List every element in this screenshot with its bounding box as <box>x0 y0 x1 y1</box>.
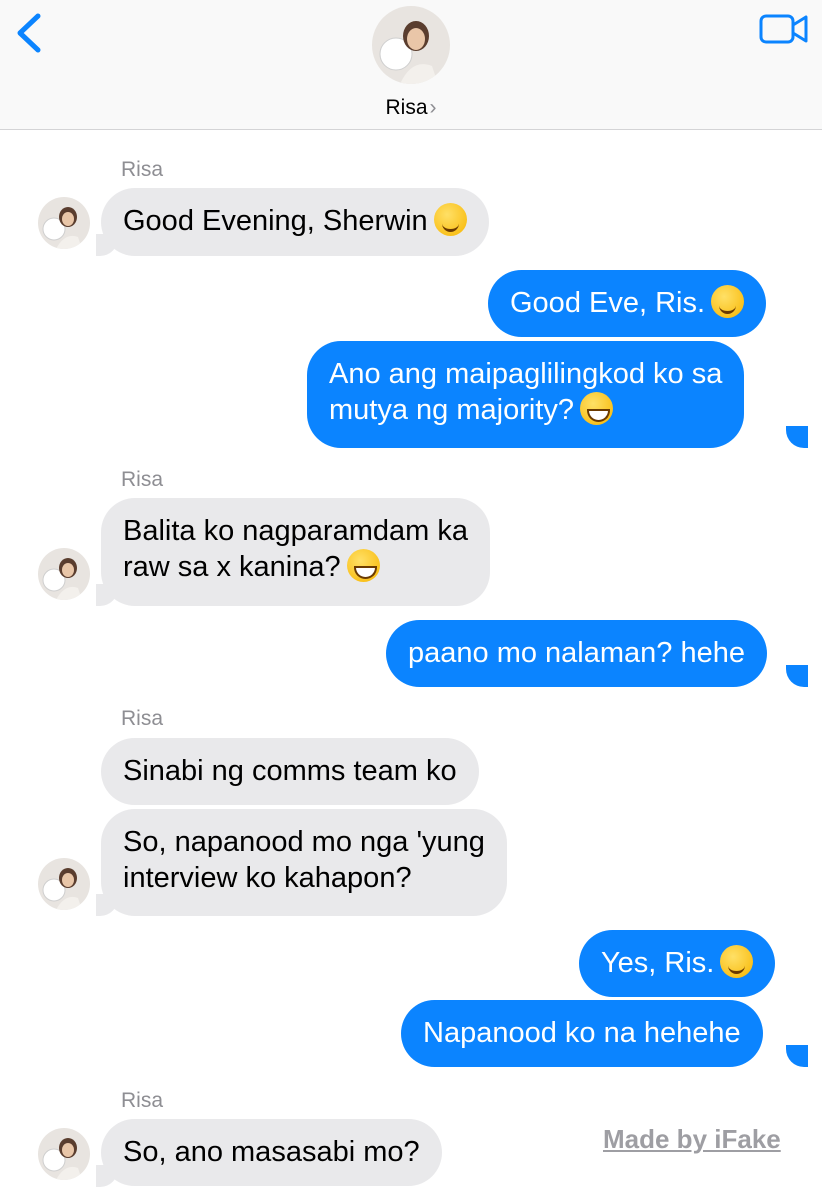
watermark-text: Made by iFake <box>603 1124 781 1154</box>
chevron-right-icon: › <box>429 96 437 119</box>
bubble-tail <box>786 426 808 448</box>
contact-name: Risa <box>385 96 428 119</box>
bubble-tail <box>786 1045 808 1067</box>
avatar <box>38 197 90 249</box>
message-text-line: Balita ko nagparamdam ka <box>123 515 468 547</box>
sender-label: Risa <box>121 1089 164 1112</box>
chevron-left-icon <box>17 13 41 53</box>
message-bubble-outgoing[interactable]: Ano ang maipaglilingkod ko sa mutya ng m… <box>307 341 745 448</box>
smiling-face-icon <box>433 203 467 236</box>
avatar <box>38 1128 90 1180</box>
message-bubble-incoming[interactable]: So, ano masasabi mo? <box>101 1119 442 1186</box>
back-button[interactable] <box>14 12 44 54</box>
message-bubble-incoming[interactable]: Balita ko nagparamdam ka raw sa x kanina… <box>101 498 490 606</box>
sender-label: Risa <box>121 158 164 181</box>
message-text: Good Evening, Sherwin <box>123 205 428 237</box>
message-bubble-outgoing[interactable]: Yes, Ris. <box>579 930 776 997</box>
video-call-button[interactable] <box>758 12 810 46</box>
grinning-sweat-icon <box>580 392 613 425</box>
avatar-photo <box>372 6 450 84</box>
message-text-line: Ano ang maipaglilingkod ko sa <box>329 358 723 390</box>
message-bubble-incoming[interactable]: Sinabi ng comms team ko <box>101 738 479 805</box>
message-bubble-outgoing[interactable]: paano mo nalaman? hehe <box>386 620 767 687</box>
grinning-sweat-icon <box>346 549 380 582</box>
message-text-line: mutya ng majority? <box>329 394 574 426</box>
smiling-face-icon <box>711 285 745 318</box>
message-text: Good Eve, Ris. <box>510 287 706 319</box>
contact-name-button[interactable]: Risa› <box>0 96 822 120</box>
video-camera-icon <box>759 14 808 44</box>
contact-avatar[interactable] <box>372 6 450 84</box>
avatar <box>38 858 90 910</box>
message-text-line: raw sa x kanina? <box>123 551 341 583</box>
message-bubble-incoming[interactable]: Good Evening, Sherwin <box>101 188 489 256</box>
sender-label: Risa <box>121 468 164 491</box>
message-text-line: interview ko kahapon? <box>123 862 412 894</box>
smiling-face-icon <box>720 945 754 978</box>
message-bubble-outgoing[interactable]: Good Eve, Ris. <box>488 270 767 337</box>
message-text: Yes, Ris. <box>601 947 715 979</box>
message-text-line: So, napanood mo nga 'yung <box>123 826 485 858</box>
message-text: Sinabi ng comms team ko <box>123 755 457 787</box>
message-text: Napanood ko na hehehe <box>423 1017 741 1049</box>
conversation-header: Risa› <box>0 0 822 130</box>
message-bubble-incoming[interactable]: So, napanood mo nga 'yung interview ko k… <box>101 809 507 916</box>
message-text: So, ano masasabi mo? <box>123 1136 420 1168</box>
message-text: paano mo nalaman? hehe <box>408 637 745 669</box>
message-bubble-outgoing[interactable]: Napanood ko na hehehe <box>401 1000 763 1067</box>
sender-label: Risa <box>121 707 164 730</box>
avatar <box>38 548 90 600</box>
bubble-tail <box>786 665 808 687</box>
